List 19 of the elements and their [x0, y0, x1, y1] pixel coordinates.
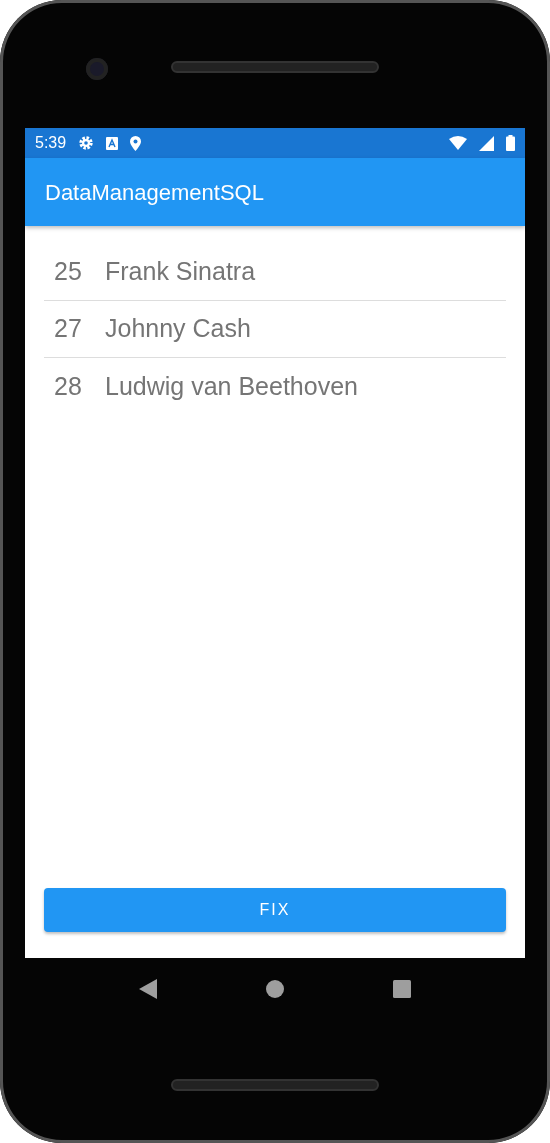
battery-icon	[506, 135, 515, 151]
location-icon	[130, 135, 142, 151]
status-time: 5:39	[35, 133, 67, 153]
row-name: Johnny Cash	[105, 313, 251, 345]
camera-lens	[86, 58, 108, 80]
gear-icon	[78, 135, 95, 151]
row-number: 28	[53, 370, 83, 402]
app-title: DataManagementSQL	[45, 178, 264, 207]
row-number: 25	[53, 256, 83, 288]
keyboard-icon	[106, 136, 119, 150]
fix-button[interactable]: FIX	[44, 888, 506, 932]
row-name: Frank Sinatra	[105, 256, 256, 288]
back-icon[interactable]	[139, 979, 158, 999]
recents-icon[interactable]	[392, 980, 411, 998]
row-name: Ludwig van Beethoven	[105, 370, 358, 402]
wifi-icon	[449, 136, 467, 150]
home-icon[interactable]	[266, 980, 284, 998]
row-number: 27	[53, 313, 83, 345]
signal-icon	[479, 135, 494, 151]
